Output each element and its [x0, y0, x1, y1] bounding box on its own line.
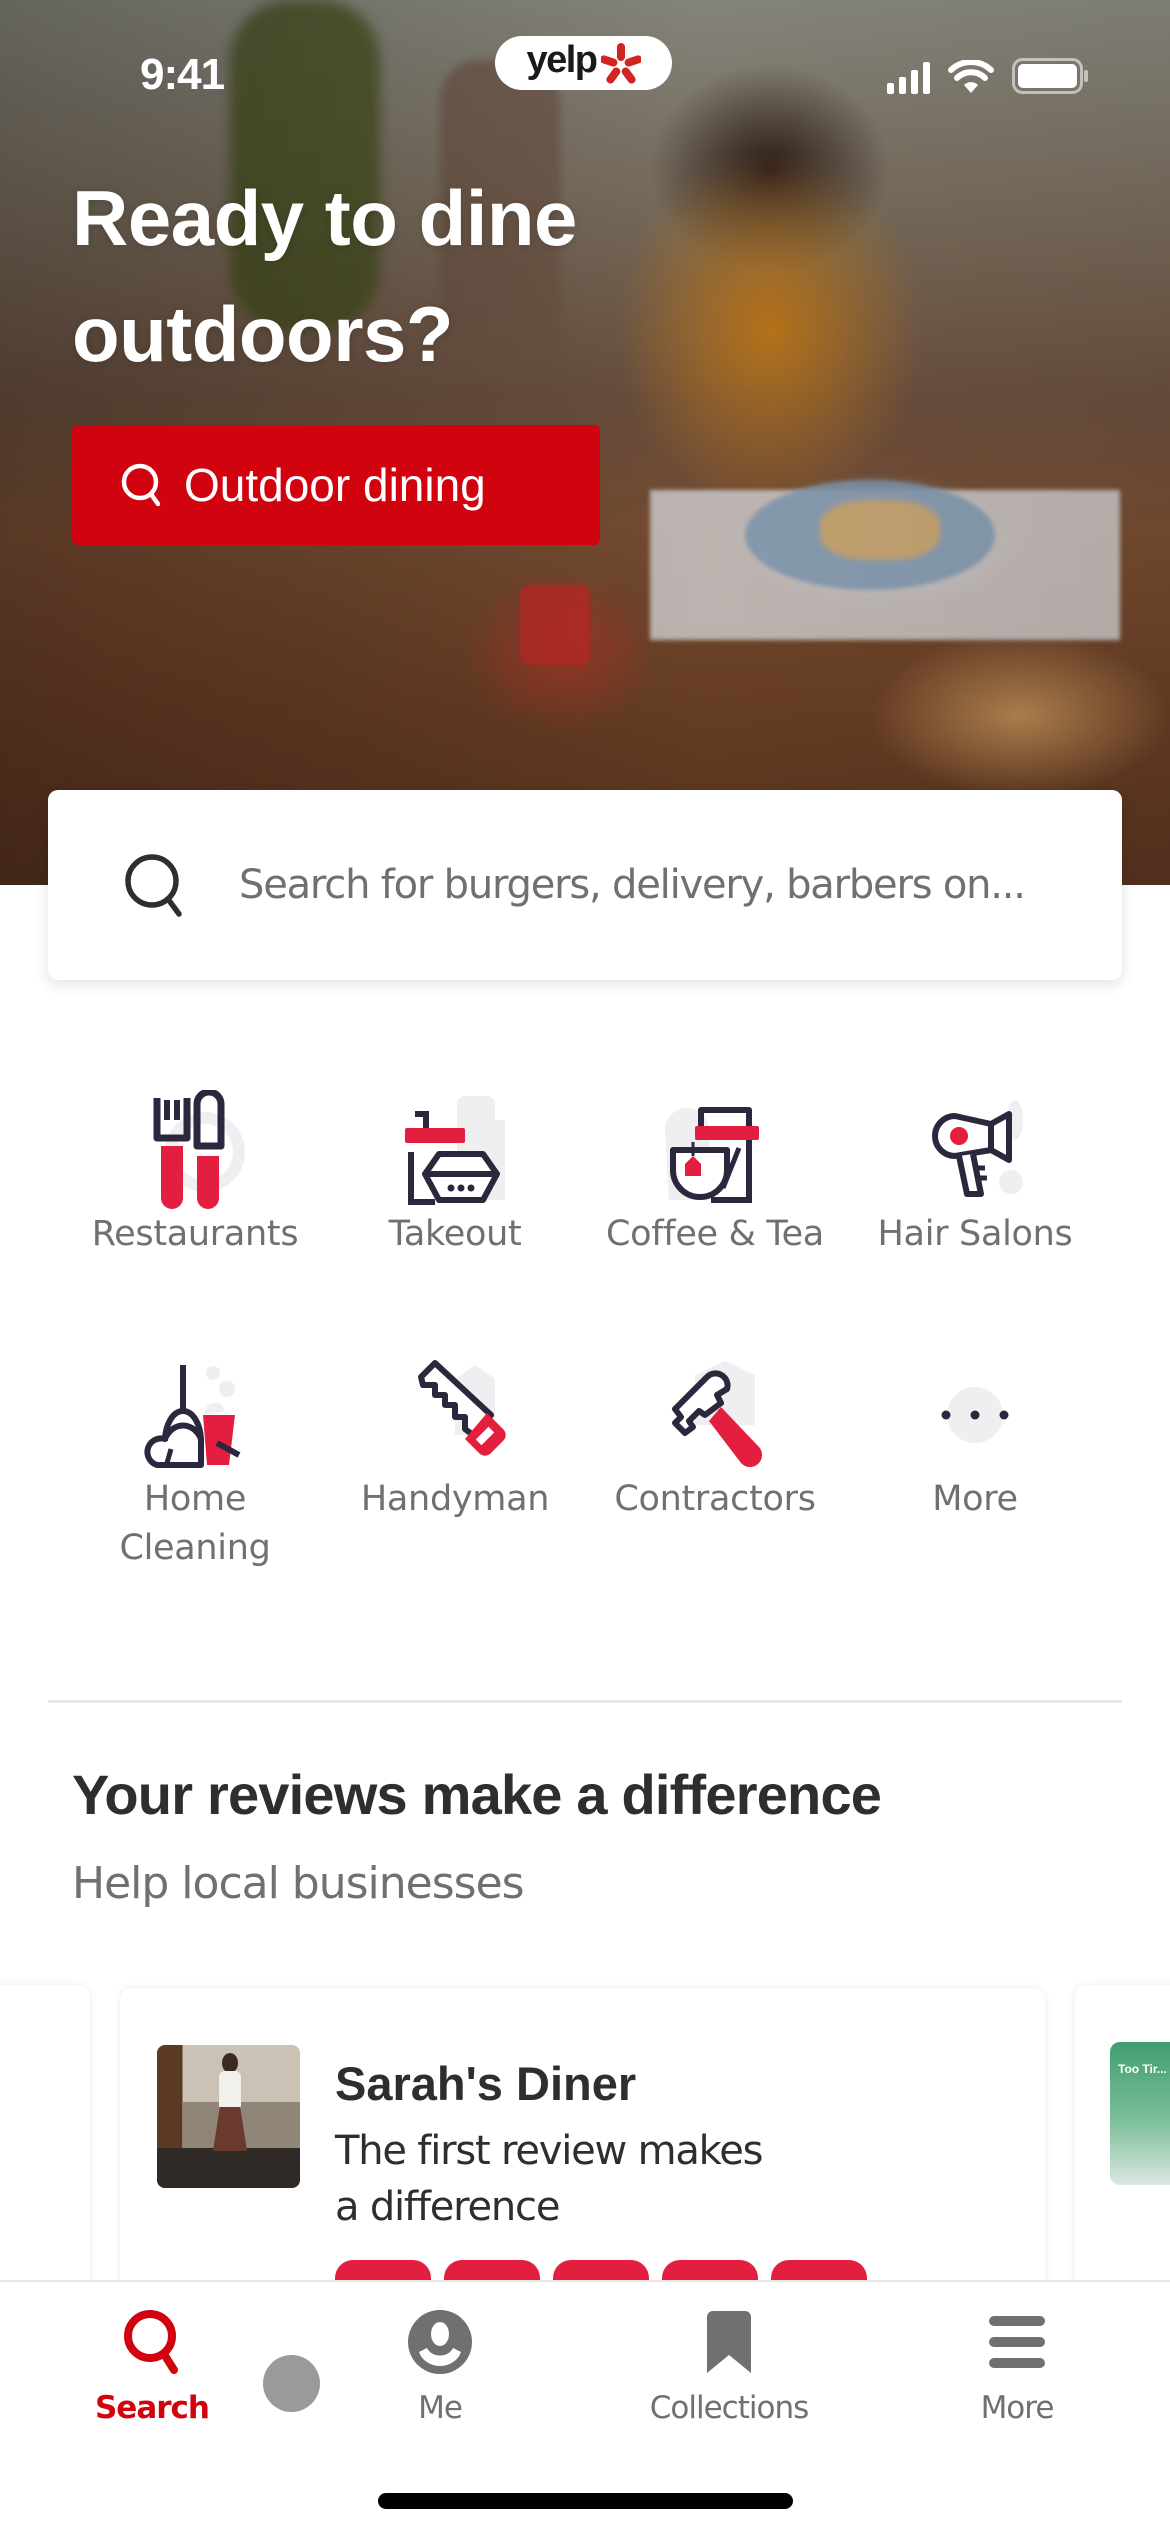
yelp-burst-icon: [600, 43, 641, 84]
outdoor-dining-label: Outdoor dining: [184, 459, 486, 511]
review-prompt-line1: The first review makes: [335, 2128, 763, 2174]
reviews-section-title: Your reviews make a difference: [72, 1763, 882, 1826]
business-name[interactable]: Sarah's Diner: [335, 2056, 636, 2111]
hamburger-menu-icon: [989, 2316, 1045, 2368]
yelp-logo-text: yelp: [526, 38, 598, 81]
saw-icon: [418, 1360, 506, 1456]
search-placeholder: Search for burgers, delivery, barbers on…: [239, 862, 1026, 908]
outdoor-dining-button[interactable]: Outdoor dining: [72, 425, 600, 545]
category-coffee-tea[interactable]: Coffee & Tea: [585, 1090, 845, 1259]
status-time: 9:41: [140, 50, 225, 99]
tab-label: Search: [94, 2390, 210, 2426]
profile-icon: [408, 2310, 472, 2374]
tab-collections[interactable]: Collections: [629, 2304, 829, 2426]
yelp-logo: yelp: [495, 36, 672, 90]
tab-search[interactable]: Search: [52, 2304, 252, 2426]
category-label: Coffee & Tea: [606, 1214, 824, 1254]
category-label: More: [932, 1479, 1018, 1519]
category-label: Takeout: [388, 1214, 522, 1254]
tab-me[interactable]: Me: [340, 2304, 540, 2426]
next-card-preview-text: Too Tir... You... jus...: [1118, 2062, 1170, 2076]
category-takeout[interactable]: Takeout: [325, 1090, 585, 1259]
touch-indicator: [263, 2355, 320, 2412]
category-handyman[interactable]: Handyman: [325, 1355, 585, 1524]
battery-icon: [1012, 58, 1088, 94]
tab-label: Me: [418, 2390, 463, 2426]
category-contractors[interactable]: Contractors: [585, 1355, 845, 1524]
hair-dryer-icon: [932, 1100, 1023, 1197]
hero-headline: Ready to dine outdoors?: [72, 160, 577, 392]
section-divider: [48, 1700, 1122, 1703]
fork-knife-icon: [153, 1090, 245, 1209]
tab-more[interactable]: More: [917, 2304, 1117, 2426]
category-more[interactable]: More: [845, 1355, 1105, 1524]
business-photo: [157, 2045, 300, 2188]
cellular-signal-icon: [887, 62, 930, 94]
coffee-cup-icon: [665, 1107, 759, 1203]
review-card-next[interactable]: Too Tir... You... jus...: [1075, 1985, 1170, 2315]
review-prompt-line2: a difference: [335, 2184, 560, 2230]
category-hair-salons[interactable]: Hair Salons: [845, 1090, 1105, 1259]
review-card-previous[interactable]: [0, 1985, 90, 2315]
reviews-section-subtitle: Help local businesses: [72, 1858, 525, 1909]
next-card-image: Too Tir... You... jus...: [1110, 2042, 1170, 2185]
category-restaurants[interactable]: Restaurants: [65, 1090, 325, 1259]
category-label: Hair Salons: [877, 1214, 1073, 1254]
wifi-icon: [948, 60, 994, 93]
review-prompt: The first review makes a difference: [335, 2123, 763, 2235]
status-icons: [887, 58, 1090, 94]
category-label: Restaurants: [91, 1214, 299, 1254]
search-input[interactable]: Search for burgers, delivery, barbers on…: [48, 790, 1122, 980]
tab-label: More: [980, 2390, 1055, 2426]
category-home-cleaning[interactable]: Home Cleaning: [65, 1355, 325, 1573]
category-label: Handyman: [360, 1479, 550, 1519]
search-icon: [121, 463, 161, 507]
broom-icon: [144, 1365, 241, 1468]
more-dots-icon: [941, 1387, 1009, 1443]
hammer-icon: [672, 1361, 763, 1468]
hero-headline-line1: Ready to dine: [72, 174, 577, 262]
home-indicator[interactable]: [378, 2493, 793, 2509]
review-card[interactable]: Sarah's Diner The first review makes a d…: [120, 1988, 1045, 2320]
tab-label: Collections: [649, 2390, 809, 2426]
hero-headline-line2: outdoors?: [72, 290, 454, 378]
search-icon: [125, 854, 182, 917]
category-label: Home Cleaning: [119, 1479, 271, 1568]
takeout-icon: [405, 1096, 505, 1205]
category-label: Contractors: [614, 1479, 816, 1519]
search-icon: [124, 2310, 178, 2374]
bookmark-icon: [707, 2311, 751, 2373]
